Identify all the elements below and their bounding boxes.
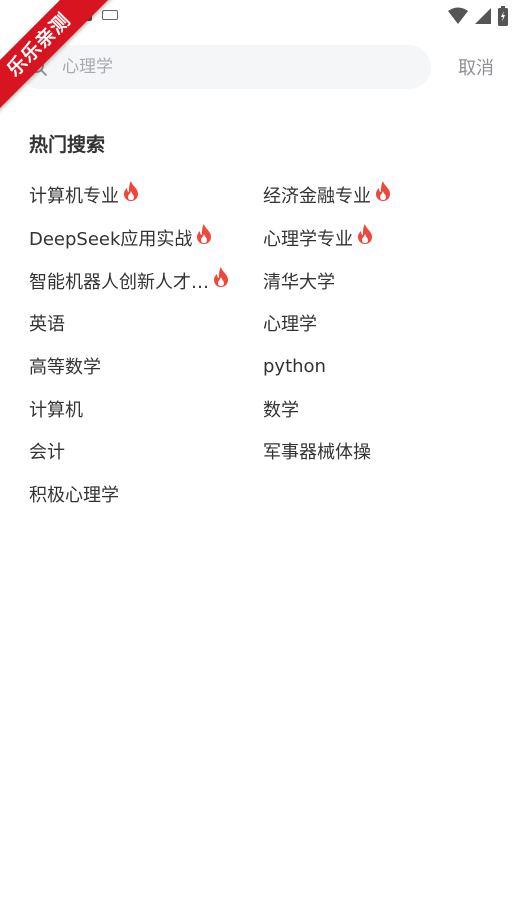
- battery-icon: [498, 6, 508, 26]
- status-right: [448, 6, 508, 26]
- hot-search-item[interactable]: DeepSeek应用实战: [29, 217, 263, 260]
- hot-search-item[interactable]: 清华大学: [263, 259, 499, 302]
- hot-search-item[interactable]: 经济金融专业: [263, 174, 499, 217]
- hot-search-item[interactable]: 计算机专业: [29, 174, 263, 217]
- hot-search-item-label: 会计: [29, 442, 65, 464]
- flame-icon: [124, 181, 138, 202]
- hot-search-item-label: 英语: [29, 314, 65, 336]
- flame-icon: [197, 224, 212, 245]
- ribbon-text: 乐乐亲测: [0, 0, 112, 118]
- hot-search-item-label: 心理学: [263, 314, 317, 336]
- flame-icon: [358, 224, 372, 245]
- hot-search-item[interactable]: 英语: [29, 302, 263, 345]
- hot-search-item-label: 数学: [263, 399, 299, 421]
- hot-search-item-label: 军事器械体操: [263, 442, 371, 464]
- hot-search-item-label: 高等数学: [29, 357, 101, 379]
- hot-search-item-label: 经济金融专业: [263, 186, 371, 208]
- hot-search-item-label: 计算机: [29, 399, 83, 421]
- hot-search-item-label: DeepSeek应用实战: [29, 229, 193, 251]
- hot-search-item-label: python: [263, 355, 326, 377]
- hot-search-item-label: 清华大学: [263, 271, 335, 293]
- hot-search-item[interactable]: 心理学: [263, 302, 499, 345]
- hot-search-item-label: 心理学专业: [263, 229, 353, 251]
- hot-search-item-label: 智能机器人创新人才…: [29, 271, 209, 293]
- hot-search-item[interactable]: 心理学专业: [263, 217, 499, 260]
- hot-search-item[interactable]: 会计: [29, 430, 263, 473]
- hot-search-item[interactable]: 积极心理学: [29, 473, 263, 516]
- cancel-button[interactable]: 取消: [458, 54, 494, 80]
- hot-search-item[interactable]: python: [263, 345, 499, 388]
- hot-search-item[interactable]: 数学: [263, 387, 499, 430]
- hot-search-item-label: 积极心理学: [29, 485, 119, 507]
- hot-search-item[interactable]: 高等数学: [29, 345, 263, 388]
- hot-search-item[interactable]: 智能机器人创新人才…: [29, 259, 263, 302]
- hot-search-item[interactable]: 军事器械体操: [263, 430, 499, 473]
- signal-icon: [475, 8, 491, 24]
- corner-ribbon: 乐乐亲测: [0, 0, 120, 120]
- flame-icon: [376, 181, 390, 202]
- flame-icon: [214, 266, 228, 287]
- hot-search-list: 计算机专业 经济金融专业 DeepSeek应用实战 心理学专业 智能机器人创新人…: [29, 174, 499, 516]
- hot-search-item[interactable]: 计算机: [29, 387, 263, 430]
- hot-search-item-label: 计算机专业: [29, 186, 119, 208]
- hot-search-title: 热门搜索: [29, 134, 106, 156]
- wifi-icon: [448, 7, 468, 24]
